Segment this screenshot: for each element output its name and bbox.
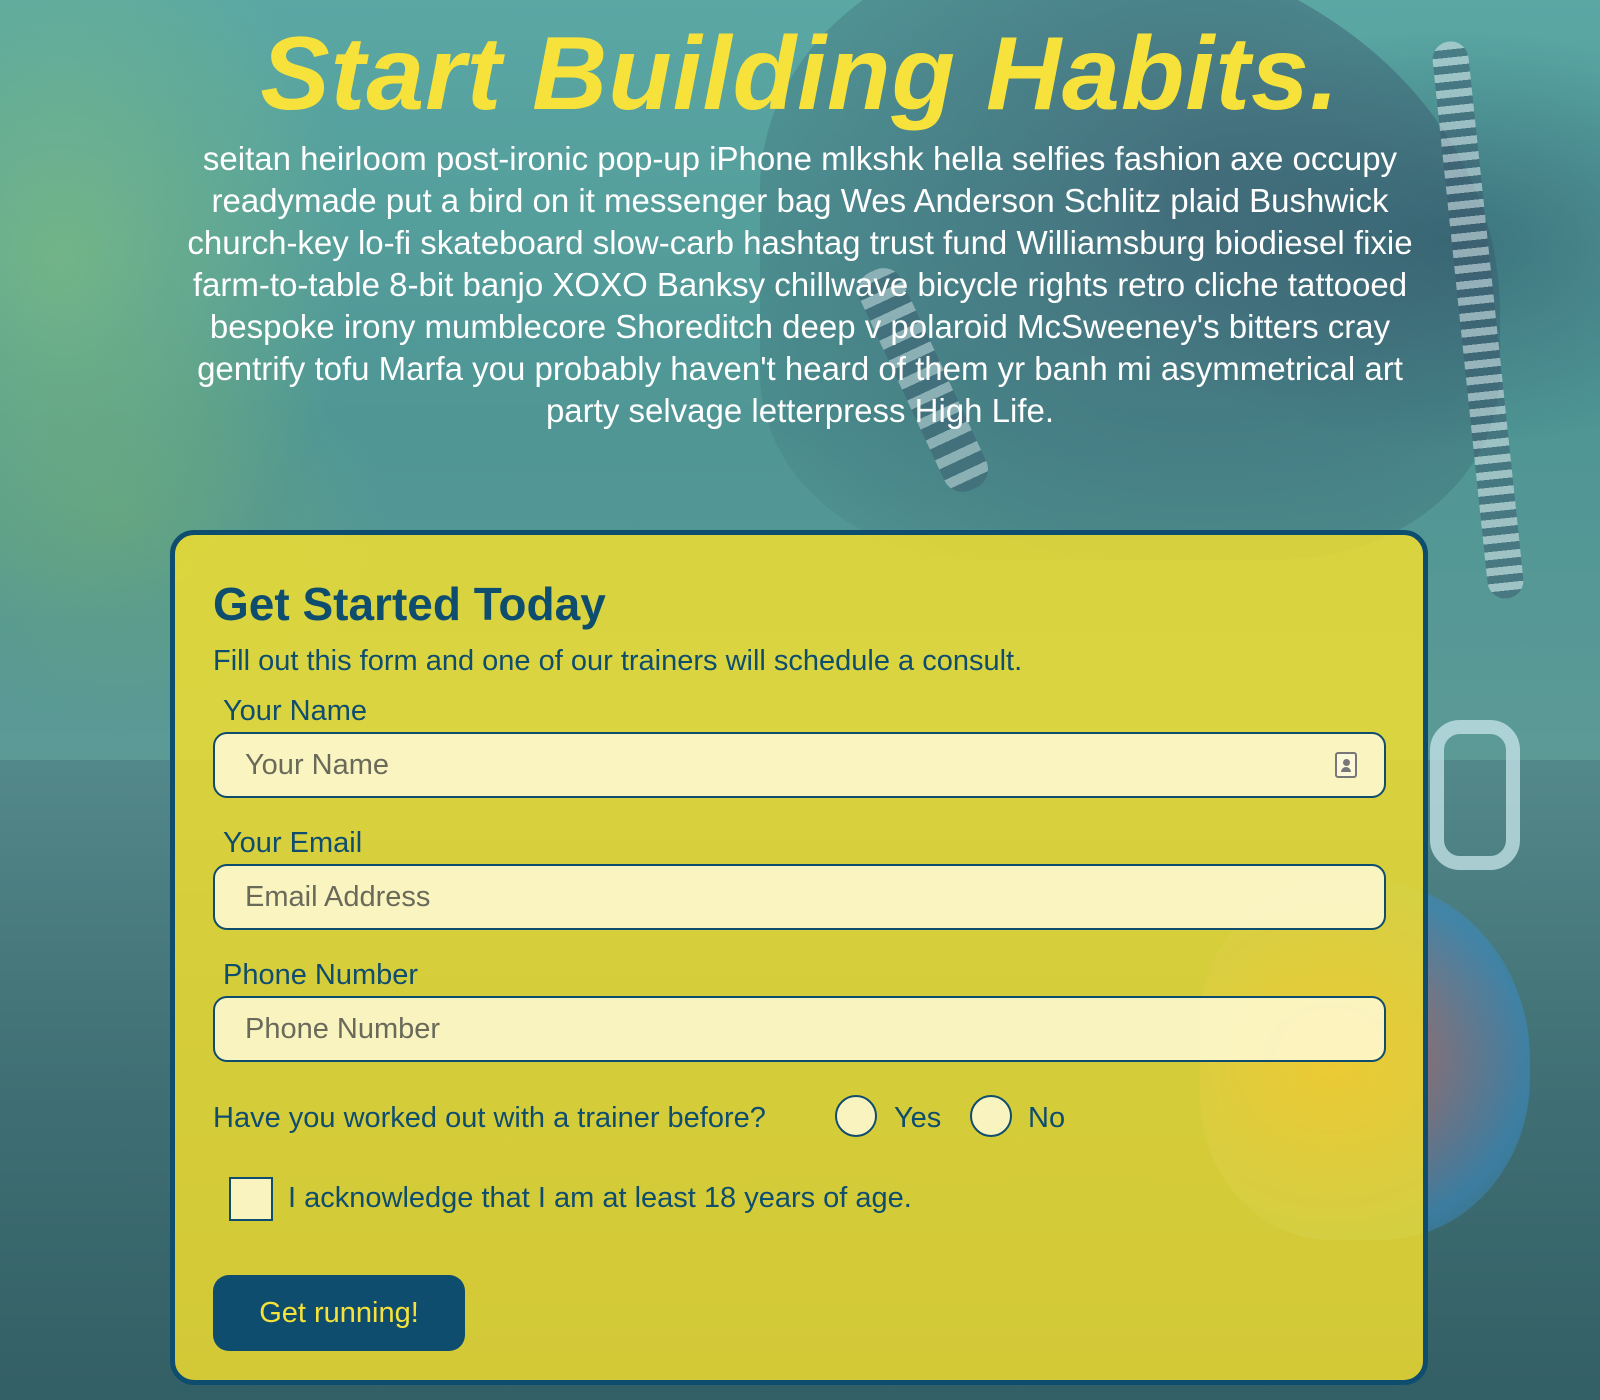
- name-label: Your Name: [223, 695, 368, 727]
- radio-yes[interactable]: [835, 1095, 877, 1137]
- form-subtitle: Fill out this form and one of our traine…: [213, 645, 1023, 677]
- phone-input[interactable]: [213, 996, 1386, 1062]
- contact-card-icon[interactable]: [1335, 752, 1357, 778]
- email-label: Your Email: [223, 827, 363, 859]
- phone-label: Phone Number: [223, 959, 419, 991]
- submit-button[interactable]: Get running!: [213, 1275, 465, 1351]
- radio-no[interactable]: [970, 1095, 1012, 1137]
- hero-description: seitan heirloom post-ironic pop-up iPhon…: [187, 140, 1413, 429]
- age-checkbox-label[interactable]: I acknowledge that I am at least 18 year…: [288, 1182, 912, 1215]
- name-input[interactable]: [213, 732, 1386, 798]
- signup-form: Get Started Today Fill out this form and…: [170, 530, 1428, 1385]
- background-watch: [1430, 720, 1520, 870]
- radio-no-label[interactable]: No: [1028, 1102, 1065, 1135]
- age-checkbox[interactable]: [229, 1177, 273, 1221]
- radio-yes-label[interactable]: Yes: [894, 1102, 941, 1135]
- hero-title: Start Building Habits.: [260, 16, 1340, 132]
- trainer-question: Have you worked out with a trainer befor…: [213, 1102, 766, 1134]
- form-title: Get Started Today: [213, 578, 606, 630]
- email-input[interactable]: [213, 864, 1386, 930]
